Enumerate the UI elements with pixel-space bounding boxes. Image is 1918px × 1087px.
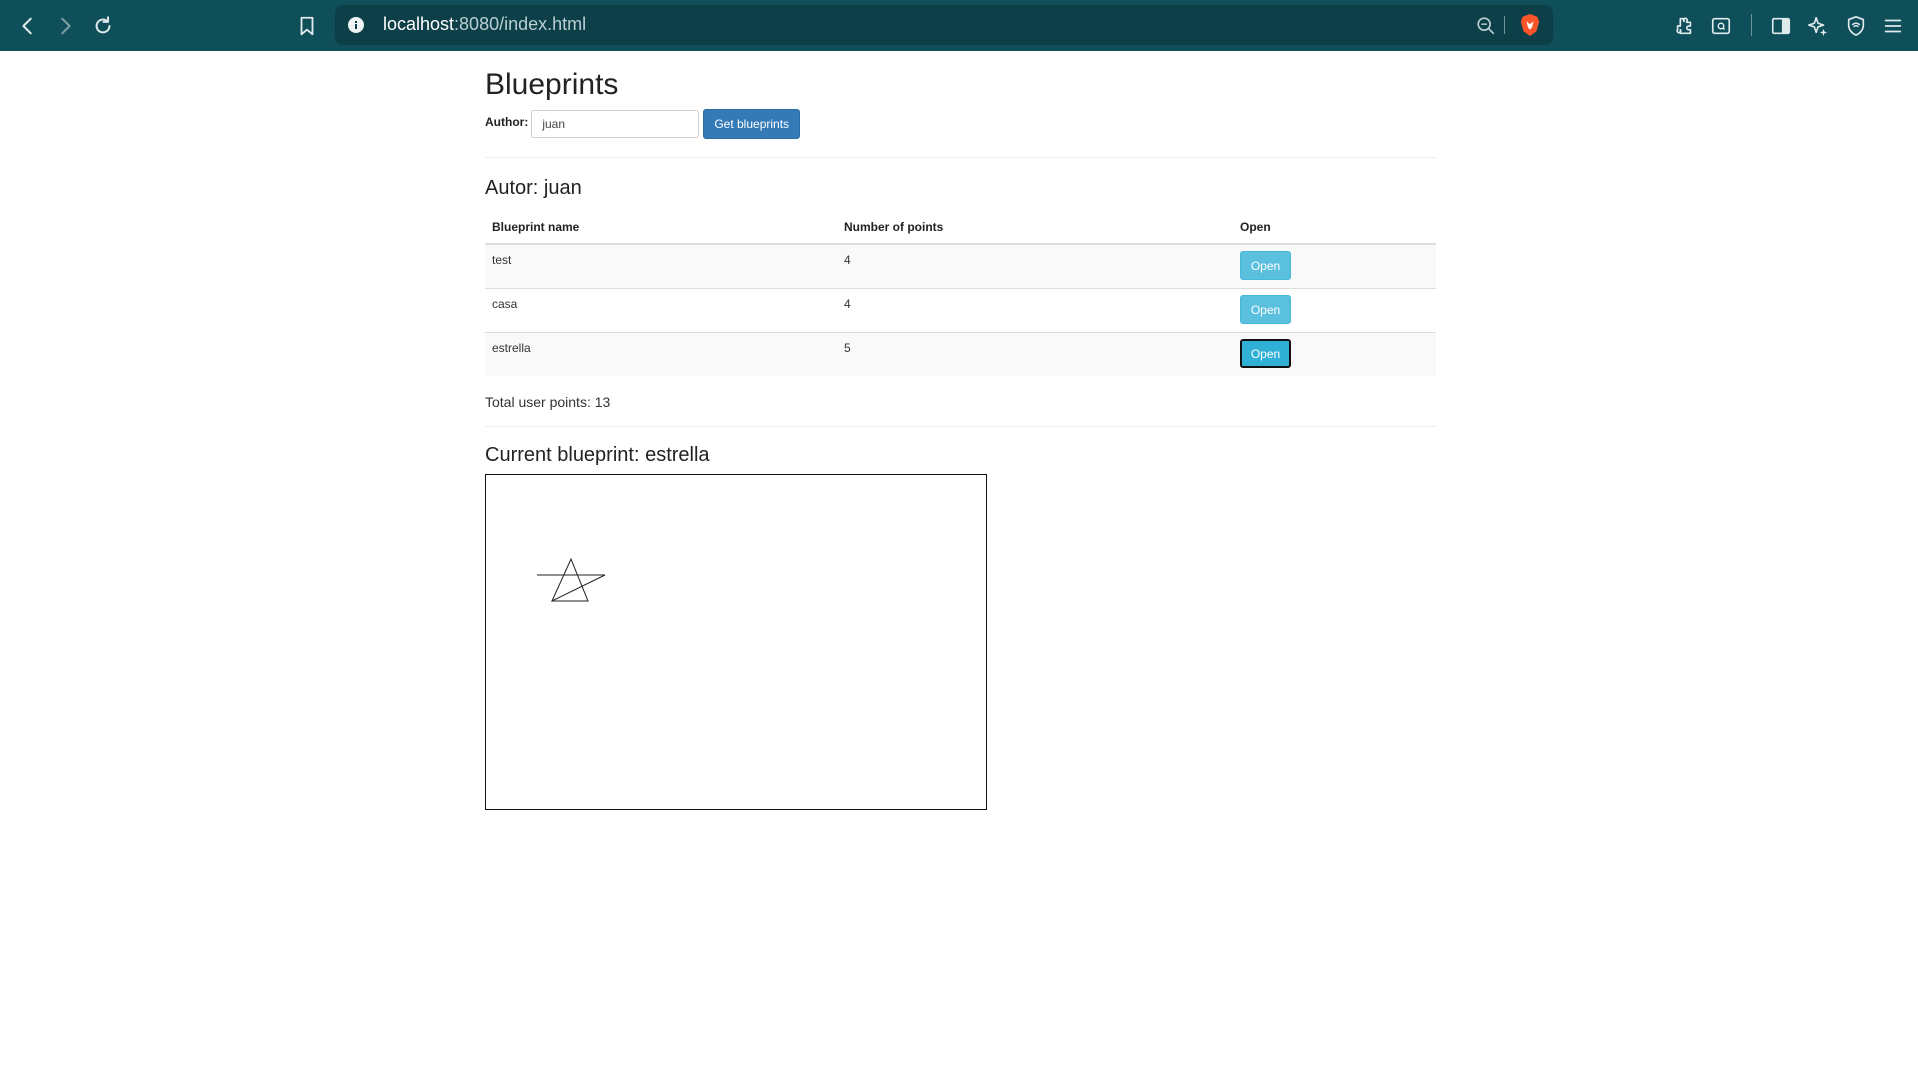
table-row: casa 4 Open bbox=[485, 288, 1436, 333]
blueprint-polyline bbox=[537, 557, 606, 603]
blueprint-canvas[interactable] bbox=[485, 474, 987, 810]
get-blueprints-button[interactable]: Get blueprints bbox=[703, 109, 801, 139]
blueprint-name: casa bbox=[485, 288, 837, 333]
author-heading: Autor: juan bbox=[485, 177, 582, 199]
page-container: Blueprints Author: Get blueprints Autor:… bbox=[485, 51, 1436, 810]
blueprint-points: 5 bbox=[837, 332, 1233, 376]
sidebar-icon[interactable] bbox=[1768, 13, 1794, 39]
open-cell: Open bbox=[1233, 288, 1436, 333]
reload-icon[interactable] bbox=[89, 12, 116, 39]
blueprint-points: 4 bbox=[837, 288, 1233, 333]
header-open: Open bbox=[1233, 211, 1436, 245]
forward-arrow-icon[interactable] bbox=[51, 12, 78, 39]
current-blueprint-heading: Current blueprint: estrella bbox=[485, 444, 710, 466]
vpn-shield-icon[interactable] bbox=[1843, 13, 1869, 39]
back-arrow-icon[interactable] bbox=[14, 12, 41, 39]
open-button[interactable]: Open bbox=[1240, 339, 1291, 368]
leo-ai-icon[interactable] bbox=[1805, 13, 1831, 39]
toolbar-divider bbox=[1751, 14, 1752, 36]
divider bbox=[485, 426, 1436, 427]
extensions-icon[interactable] bbox=[1671, 13, 1697, 39]
divider bbox=[485, 157, 1436, 158]
header-number-of-points: Number of points bbox=[837, 211, 1233, 245]
menu-icon[interactable] bbox=[1880, 13, 1906, 39]
open-cell: Open bbox=[1233, 332, 1436, 376]
table-header-row: Blueprint name Number of points Open bbox=[485, 211, 1436, 245]
url-host: localhost bbox=[383, 14, 455, 34]
browser-toolbar: localhost:8080/index.html bbox=[0, 0, 1918, 51]
zoom-icon[interactable] bbox=[1475, 15, 1497, 37]
total-user-points: Total user points: 13 bbox=[485, 394, 611, 410]
author-input[interactable] bbox=[531, 110, 700, 138]
blueprint-drawing bbox=[537, 557, 606, 603]
address-bar[interactable]: localhost:8080/index.html bbox=[335, 5, 1553, 45]
table-row: test 4 Open bbox=[485, 243, 1436, 289]
blueprints-table: Blueprint name Number of points Open tes… bbox=[485, 211, 1436, 376]
info-icon[interactable] bbox=[346, 15, 366, 35]
open-cell: Open bbox=[1233, 243, 1436, 289]
open-button[interactable]: Open bbox=[1240, 251, 1291, 280]
brave-shield-icon[interactable] bbox=[1519, 13, 1541, 37]
bookmark-icon[interactable] bbox=[295, 12, 319, 39]
author-label: Author: bbox=[485, 115, 529, 129]
blueprint-name: test bbox=[485, 243, 837, 289]
blueprint-points: 4 bbox=[837, 243, 1233, 289]
header-blueprint-name: Blueprint name bbox=[485, 211, 837, 245]
page-title: Blueprints bbox=[485, 68, 619, 101]
open-button[interactable]: Open bbox=[1240, 295, 1291, 324]
table-row: estrella 5 Open bbox=[485, 332, 1436, 376]
urlbar-divider bbox=[1504, 16, 1505, 34]
url-path: :8080/index.html bbox=[454, 14, 587, 34]
url-text[interactable]: localhost:8080/index.html bbox=[383, 14, 586, 35]
blueprint-name: estrella bbox=[485, 332, 837, 376]
author-form: Author: Get blueprints bbox=[485, 108, 1436, 140]
screenshot-icon[interactable] bbox=[1708, 13, 1734, 39]
